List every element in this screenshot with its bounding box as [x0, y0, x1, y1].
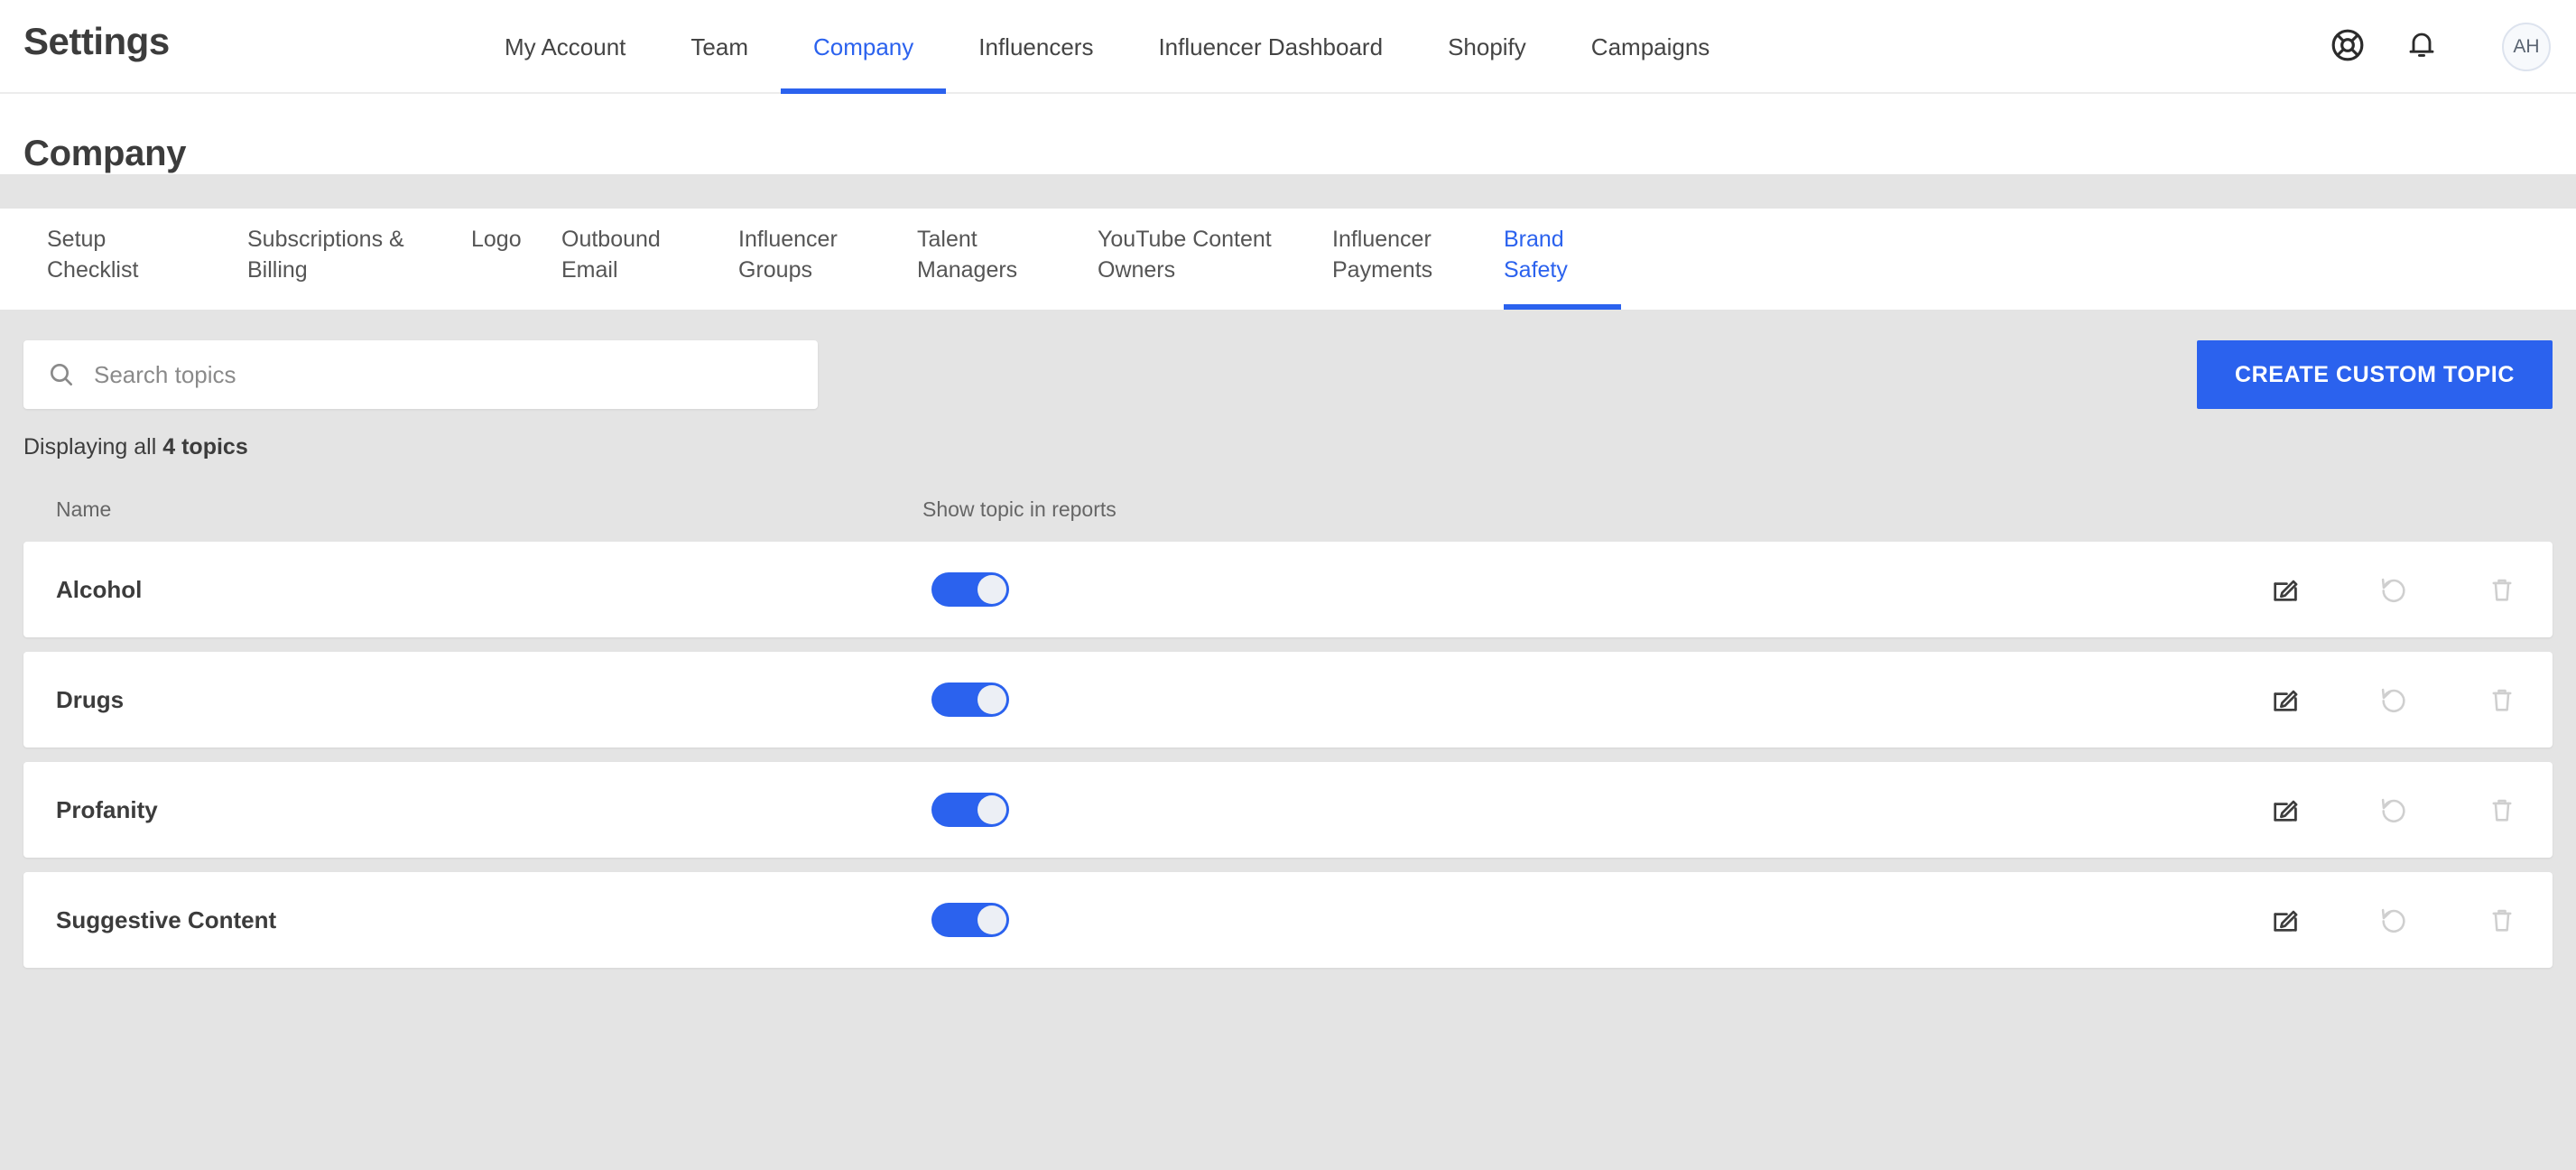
subtab-label: Subscriptions & Billing: [247, 227, 404, 283]
nav-item-influencers[interactable]: Influencers: [946, 0, 1126, 94]
delete-icon: [2484, 682, 2520, 718]
subtab-label: Influencer Groups: [738, 227, 838, 283]
nav-item-campaigns[interactable]: Campaigns: [1559, 0, 1743, 94]
nav-item-label: My Account: [505, 32, 626, 60]
toolbar: CREATE CUSTOM TOPIC: [23, 310, 2553, 409]
edit-icon[interactable]: [2267, 571, 2303, 608]
avatar-initials: AH: [2513, 36, 2540, 57]
edit-icon[interactable]: [2267, 682, 2303, 718]
topic-name: Suggestive Content: [56, 905, 277, 933]
subtab-label: Outbound Email: [561, 227, 661, 283]
table-row: Alcohol: [23, 542, 2553, 637]
subtab-subscriptions-billing[interactable]: Subscriptions & Billing: [247, 209, 471, 310]
subtab-youtube-content-owners[interactable]: YouTube Content Owners: [1098, 209, 1332, 310]
app-title: Settings: [23, 20, 170, 62]
show-topic-toggle[interactable]: [931, 793, 1009, 827]
subtab-talent-managers[interactable]: Talent Managers: [917, 209, 1098, 310]
search-icon: [47, 360, 76, 389]
create-custom-topic-button[interactable]: CREATE CUSTOM TOPIC: [2196, 340, 2553, 409]
edit-icon[interactable]: [2267, 792, 2303, 828]
subtab-label: YouTube Content Owners: [1098, 227, 1272, 283]
row-actions: [2267, 682, 2520, 718]
subtab-label: Influencer Payments: [1332, 227, 1433, 283]
subtab-outbound-email[interactable]: Outbound Email: [561, 209, 738, 310]
nav-item-influencer-dashboard[interactable]: Influencer Dashboard: [1126, 0, 1415, 94]
top-bar-actions: AH: [2320, 0, 2576, 94]
nav-item-company[interactable]: Company: [780, 0, 947, 94]
delete-icon: [2484, 571, 2520, 608]
table-header: Name Show topic in reports: [23, 477, 2553, 542]
row-actions: [2267, 571, 2520, 608]
topics-table-body: Alcohol Drugs Profanity Suggestive Content: [23, 542, 2553, 968]
nav-item-label: Team: [690, 32, 748, 60]
search-box[interactable]: [23, 340, 818, 409]
subtab-influencer-groups[interactable]: Influencer Groups: [738, 209, 917, 310]
edit-icon[interactable]: [2267, 902, 2303, 938]
notifications-button[interactable]: [2394, 19, 2450, 75]
show-topic-toggle[interactable]: [931, 903, 1009, 937]
toggle-knob: [978, 905, 1006, 934]
restore-icon: [2376, 571, 2412, 608]
restore-icon: [2376, 682, 2412, 718]
subtab-label: Brand Safety: [1504, 227, 1568, 283]
nav-item-label: Shopify: [1448, 32, 1526, 60]
column-header-name: Name: [56, 497, 112, 521]
page-title: Company: [23, 134, 187, 173]
content-area: CREATE CUSTOM TOPIC Displaying all 4 top…: [0, 310, 2576, 1170]
results-summary: Displaying all 4 topics: [23, 434, 2553, 460]
subtab-influencer-payments[interactable]: Influencer Payments: [1332, 209, 1504, 310]
toggle-knob: [978, 685, 1006, 714]
show-topic-toggle[interactable]: [931, 682, 1009, 717]
subtab-brand-safety[interactable]: Brand Safety: [1504, 209, 1621, 310]
delete-icon: [2484, 792, 2520, 828]
restore-icon: [2376, 792, 2412, 828]
nav-item-shopify[interactable]: Shopify: [1415, 0, 1559, 94]
main-navigation: My Account Team Company Influencers Influenc…: [472, 0, 1742, 94]
subtab-setup-checklist[interactable]: Setup Checklist: [47, 209, 247, 310]
nav-item-label: Influencers: [978, 32, 1094, 60]
results-summary-count: 4 topics: [162, 434, 248, 460]
lifebuoy-icon: [2330, 28, 2365, 67]
nav-item-label: Campaigns: [1590, 32, 1710, 60]
subtab-label: Logo: [471, 227, 522, 252]
topic-name: Profanity: [56, 795, 158, 823]
table-row: Drugs: [23, 652, 2553, 748]
restore-icon: [2376, 902, 2412, 938]
toggle-knob: [978, 575, 1006, 604]
subtab-logo[interactable]: Logo: [471, 209, 561, 310]
delete-icon: [2484, 902, 2520, 938]
search-input[interactable]: [94, 360, 780, 389]
show-topic-toggle[interactable]: [931, 572, 1009, 607]
table-row: Profanity: [23, 762, 2553, 858]
top-bar: Settings My Account Team Company Influencer…: [0, 0, 2576, 94]
sub-tabs: Setup Checklist Subscriptions & Billing Lo…: [0, 209, 2576, 310]
toggle-knob: [978, 795, 1006, 824]
subtab-label: Talent Managers: [917, 227, 1018, 283]
nav-item-label: Company: [812, 32, 914, 60]
help-button[interactable]: [2320, 19, 2376, 75]
subtab-label: Setup Checklist: [47, 227, 139, 283]
row-actions: [2267, 902, 2520, 938]
row-actions: [2267, 792, 2520, 828]
results-summary-prefix: Displaying all: [23, 434, 163, 460]
topic-name: Alcohol: [56, 575, 143, 603]
bell-icon: [2405, 29, 2438, 66]
table-row: Suggestive Content: [23, 872, 2553, 968]
nav-item-team[interactable]: Team: [658, 0, 781, 94]
nav-item-label: Influencer Dashboard: [1158, 32, 1384, 60]
avatar[interactable]: AH: [2502, 23, 2551, 71]
column-header-show-topic: Show topic in reports: [922, 497, 1117, 521]
topic-name: Drugs: [56, 685, 125, 713]
page-header: Company: [0, 94, 2576, 174]
nav-item-my-account[interactable]: My Account: [472, 0, 658, 94]
